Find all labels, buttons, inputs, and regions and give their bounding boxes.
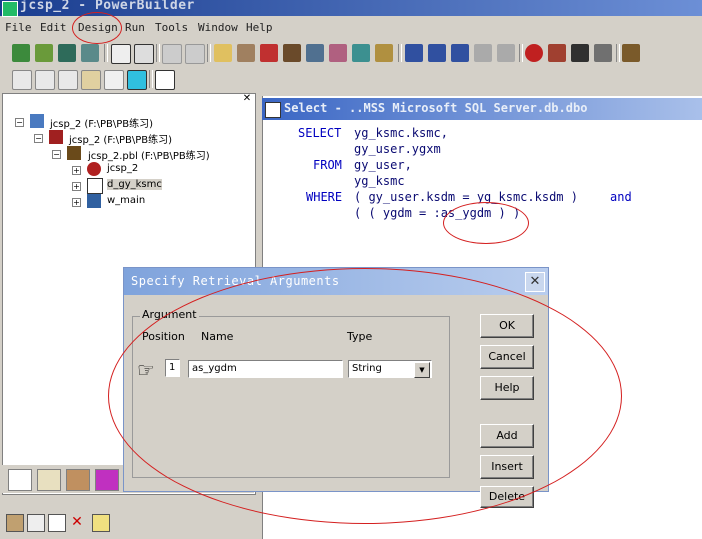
edit-toolbar bbox=[0, 66, 702, 92]
sql-keyword: WHERE bbox=[306, 190, 343, 204]
target-icon bbox=[49, 130, 63, 144]
expand-icon[interactable]: + bbox=[72, 166, 81, 175]
workspace-icon bbox=[30, 114, 44, 128]
tree-node-workspace[interactable]: jcsp_2 (F:\PB\PB练习) bbox=[50, 115, 153, 130]
separator bbox=[156, 44, 160, 62]
sql-line[interactable]: gy_user.ygxm bbox=[354, 142, 441, 156]
paste-icon[interactable] bbox=[6, 514, 24, 532]
separator bbox=[207, 44, 211, 62]
datawindow-icon bbox=[87, 178, 103, 194]
select-icon[interactable] bbox=[48, 514, 66, 532]
grid-icon[interactable] bbox=[405, 44, 423, 62]
export-icon[interactable] bbox=[185, 44, 205, 64]
objects-icon[interactable] bbox=[497, 44, 515, 62]
collapse-icon[interactable]: − bbox=[52, 150, 61, 159]
menu-tools[interactable]: Tools bbox=[155, 21, 188, 34]
stop-icon[interactable] bbox=[525, 44, 543, 62]
window-object-icon bbox=[87, 194, 101, 208]
chart-icon[interactable] bbox=[428, 44, 446, 62]
menu-window[interactable]: Window bbox=[198, 21, 238, 34]
collapse-icon[interactable]: − bbox=[34, 134, 43, 143]
annotation-circle-dialog bbox=[108, 268, 622, 524]
window-title: jcsp_2 - PowerBuilder bbox=[20, 0, 195, 13]
panel-close-icon[interactable]: ✕ bbox=[241, 94, 253, 105]
new-icon[interactable] bbox=[12, 44, 30, 62]
window-icon[interactable] bbox=[111, 44, 131, 64]
open-icon[interactable] bbox=[58, 44, 76, 62]
menu-edit[interactable]: Edit bbox=[40, 21, 67, 34]
tab-tree-icon[interactable] bbox=[8, 469, 32, 491]
runner-icon[interactable] bbox=[571, 44, 589, 62]
import-icon[interactable] bbox=[162, 44, 182, 64]
tree-node-datawindow[interactable]: d_gy_ksmc bbox=[107, 179, 162, 190]
collapse-icon[interactable]: − bbox=[15, 118, 24, 127]
sql-line[interactable]: gy_user, bbox=[354, 158, 412, 172]
delete-icon[interactable]: ✕ bbox=[69, 514, 85, 530]
sql-keyword: SELECT bbox=[298, 126, 342, 140]
sql-painter-title: Select - ..MSS Microsoft SQL Server.db.d… bbox=[284, 101, 588, 115]
tree-node-library[interactable]: jcsp_2.pbl (F:\PB\PB练习) bbox=[88, 147, 210, 162]
layout-icon[interactable] bbox=[134, 44, 154, 64]
query-icon[interactable] bbox=[329, 44, 347, 62]
library-icon bbox=[67, 146, 81, 160]
undo-icon[interactable] bbox=[12, 70, 32, 90]
cut-icon[interactable] bbox=[35, 70, 55, 90]
browser-icon[interactable] bbox=[237, 44, 255, 62]
close-icon[interactable]: ✕ bbox=[525, 272, 545, 292]
inherit-icon[interactable] bbox=[35, 44, 53, 62]
tree-node-application[interactable]: jcsp_2 bbox=[107, 163, 138, 174]
run-icon[interactable] bbox=[81, 44, 99, 62]
separator bbox=[519, 44, 523, 62]
separator bbox=[149, 70, 153, 88]
sql-line[interactable]: ( gy_user.ksdm = yg_ksmc.ksdm ) bbox=[354, 190, 578, 204]
tree-node-window[interactable]: w_main bbox=[107, 195, 145, 206]
expand-icon[interactable]: + bbox=[72, 198, 81, 207]
edit-icon[interactable] bbox=[375, 44, 393, 62]
components-icon[interactable] bbox=[474, 44, 492, 62]
expand-icon[interactable]: + bbox=[72, 182, 81, 191]
exit-icon[interactable] bbox=[622, 44, 640, 62]
pipeline-icon[interactable] bbox=[352, 44, 370, 62]
painter-icon bbox=[265, 102, 281, 118]
sql-line[interactable]: yg_ksmc.ksmc, bbox=[354, 126, 448, 140]
database-icon[interactable] bbox=[283, 44, 301, 62]
edit-icon[interactable] bbox=[92, 514, 110, 532]
properties-icon[interactable] bbox=[155, 70, 175, 90]
application-icon bbox=[87, 162, 101, 176]
main-toolbar bbox=[0, 40, 702, 66]
app-icon bbox=[2, 1, 18, 17]
debug-icon[interactable] bbox=[260, 44, 278, 62]
structure-icon[interactable] bbox=[306, 44, 324, 62]
bottom-toolbar: ✕ bbox=[0, 500, 260, 539]
menu-run[interactable]: Run bbox=[125, 21, 145, 34]
menu-help[interactable]: Help bbox=[246, 21, 273, 34]
separator bbox=[616, 44, 620, 62]
separator bbox=[104, 44, 108, 62]
sql-line[interactable]: yg_ksmc bbox=[354, 174, 405, 188]
copy-icon[interactable] bbox=[27, 514, 45, 532]
tree-icon[interactable] bbox=[451, 44, 469, 62]
menu-file[interactable]: File bbox=[5, 21, 32, 34]
tab-outline-icon[interactable] bbox=[37, 469, 61, 491]
annotation-circle-argument bbox=[443, 202, 529, 244]
separator bbox=[398, 44, 402, 62]
clear-icon[interactable] bbox=[104, 70, 124, 90]
tools-icon[interactable] bbox=[594, 44, 612, 62]
copy-icon[interactable] bbox=[58, 70, 78, 90]
paste-icon[interactable] bbox=[81, 70, 101, 90]
library-icon[interactable] bbox=[214, 44, 232, 62]
tree-node-target[interactable]: jcsp_2 (F:\PB\PB练习) bbox=[69, 131, 172, 146]
sql-keyword: FROM bbox=[313, 158, 342, 172]
tab-properties-icon[interactable] bbox=[95, 469, 119, 491]
sql-painter-titlebar: Select - ..MSS Microsoft SQL Server.db.d… bbox=[262, 98, 702, 120]
sql-keyword: and bbox=[610, 190, 632, 204]
tab-objects-icon[interactable] bbox=[66, 469, 90, 491]
select-all-icon[interactable] bbox=[127, 70, 147, 90]
deploy-icon[interactable] bbox=[548, 44, 566, 62]
